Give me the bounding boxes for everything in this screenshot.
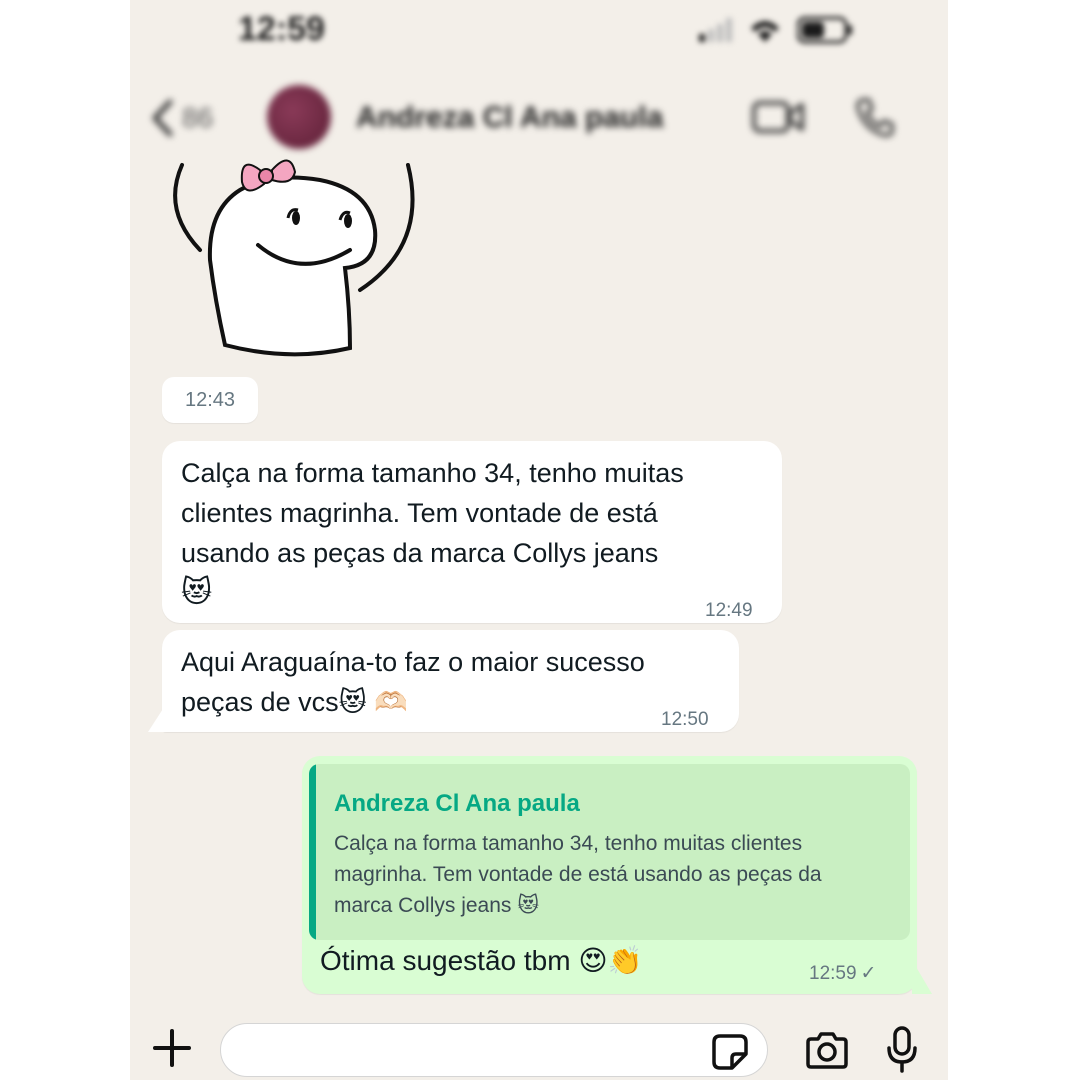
avatar[interactable] xyxy=(267,85,331,149)
quoted-message[interactable]: Andreza Cl Ana paula Calça na forma tama… xyxy=(309,764,910,940)
signal-icon xyxy=(699,18,732,42)
message-line: usando as peças da marca Collys jeans xyxy=(181,538,659,568)
message-line: Calça na forma tamanho 34, tenho muitas xyxy=(181,458,684,488)
quote-line: magrinha. Tem vontade de está usando as … xyxy=(334,863,822,886)
bubble-tail xyxy=(912,960,932,994)
message-line: clientes magrinha. Tem vontade de está xyxy=(181,498,658,528)
microphone-icon[interactable] xyxy=(886,1026,918,1074)
incoming-message[interactable]: Calça na forma tamanho 34, tenho muitas … xyxy=(162,441,782,623)
quote-author: Andreza Cl Ana paula xyxy=(334,790,580,817)
unread-count: 86 xyxy=(182,102,214,133)
message-text: Calça na forma tamanho 34, tenho muitas … xyxy=(181,453,684,613)
chat-header: 86 Andreza Cl Ana paula xyxy=(130,80,948,158)
composer-bar xyxy=(130,1012,948,1080)
quote-accent-bar xyxy=(309,764,316,940)
page: 12:59 86 Andreza Cl Ana paula 12:43 Calç… xyxy=(0,0,1080,1080)
message-text: Ótima sugestão tbm 😍👏 xyxy=(320,945,643,976)
message-line: peças de vcs😻 🫶🏻 xyxy=(181,687,408,717)
message-text: Aqui Araguaína-to faz o maior sucesso pe… xyxy=(181,642,645,722)
message-line: 😻 xyxy=(181,576,213,609)
incoming-message[interactable]: Aqui Araguaína-to faz o maior sucesso pe… xyxy=(162,630,739,732)
phone-icon[interactable] xyxy=(854,96,896,138)
chat-screen: 12:59 86 Andreza Cl Ana paula 12:43 Calç… xyxy=(130,0,948,1080)
message-time: 12:59 xyxy=(809,962,857,984)
bubble-tail xyxy=(148,698,170,732)
wifi-icon xyxy=(751,21,779,42)
sent-check-icon: ✓ xyxy=(860,963,877,984)
message-line: Aqui Araguaína-to faz o maior sucesso xyxy=(181,647,645,677)
outgoing-message[interactable]: Andreza Cl Ana paula Calça na forma tama… xyxy=(302,756,917,994)
plus-icon[interactable] xyxy=(152,1028,192,1068)
message-time: 12:50 xyxy=(661,709,709,730)
camera-icon[interactable] xyxy=(804,1032,850,1070)
sticker-icon[interactable] xyxy=(712,1034,748,1070)
header-actions xyxy=(752,96,896,138)
quote-line: Calça na forma tamanho 34, tenho muitas … xyxy=(334,832,803,855)
message-meta: 12:59 ✓ xyxy=(809,962,876,985)
message-input[interactable] xyxy=(220,1023,768,1077)
flork-sticker-icon xyxy=(173,159,415,357)
status-icons xyxy=(699,16,853,44)
message-time: 12:49 xyxy=(705,600,753,621)
battery-icon xyxy=(797,16,852,44)
sticker-message[interactable] xyxy=(160,150,425,365)
back-button[interactable]: 86 xyxy=(150,98,213,138)
status-time: 12:59 xyxy=(238,10,325,48)
video-call-icon[interactable] xyxy=(752,99,804,135)
chevron-left-icon xyxy=(152,99,173,137)
sticker-timestamp: 12:43 xyxy=(162,377,258,423)
status-bar: 12:59 xyxy=(130,0,948,70)
contact-name[interactable]: Andreza Cl Ana paula xyxy=(356,101,663,135)
quote-text: Calça na forma tamanho 34, tenho muitas … xyxy=(334,828,899,921)
quote-line: marca Collys jeans 😻 xyxy=(334,894,540,917)
